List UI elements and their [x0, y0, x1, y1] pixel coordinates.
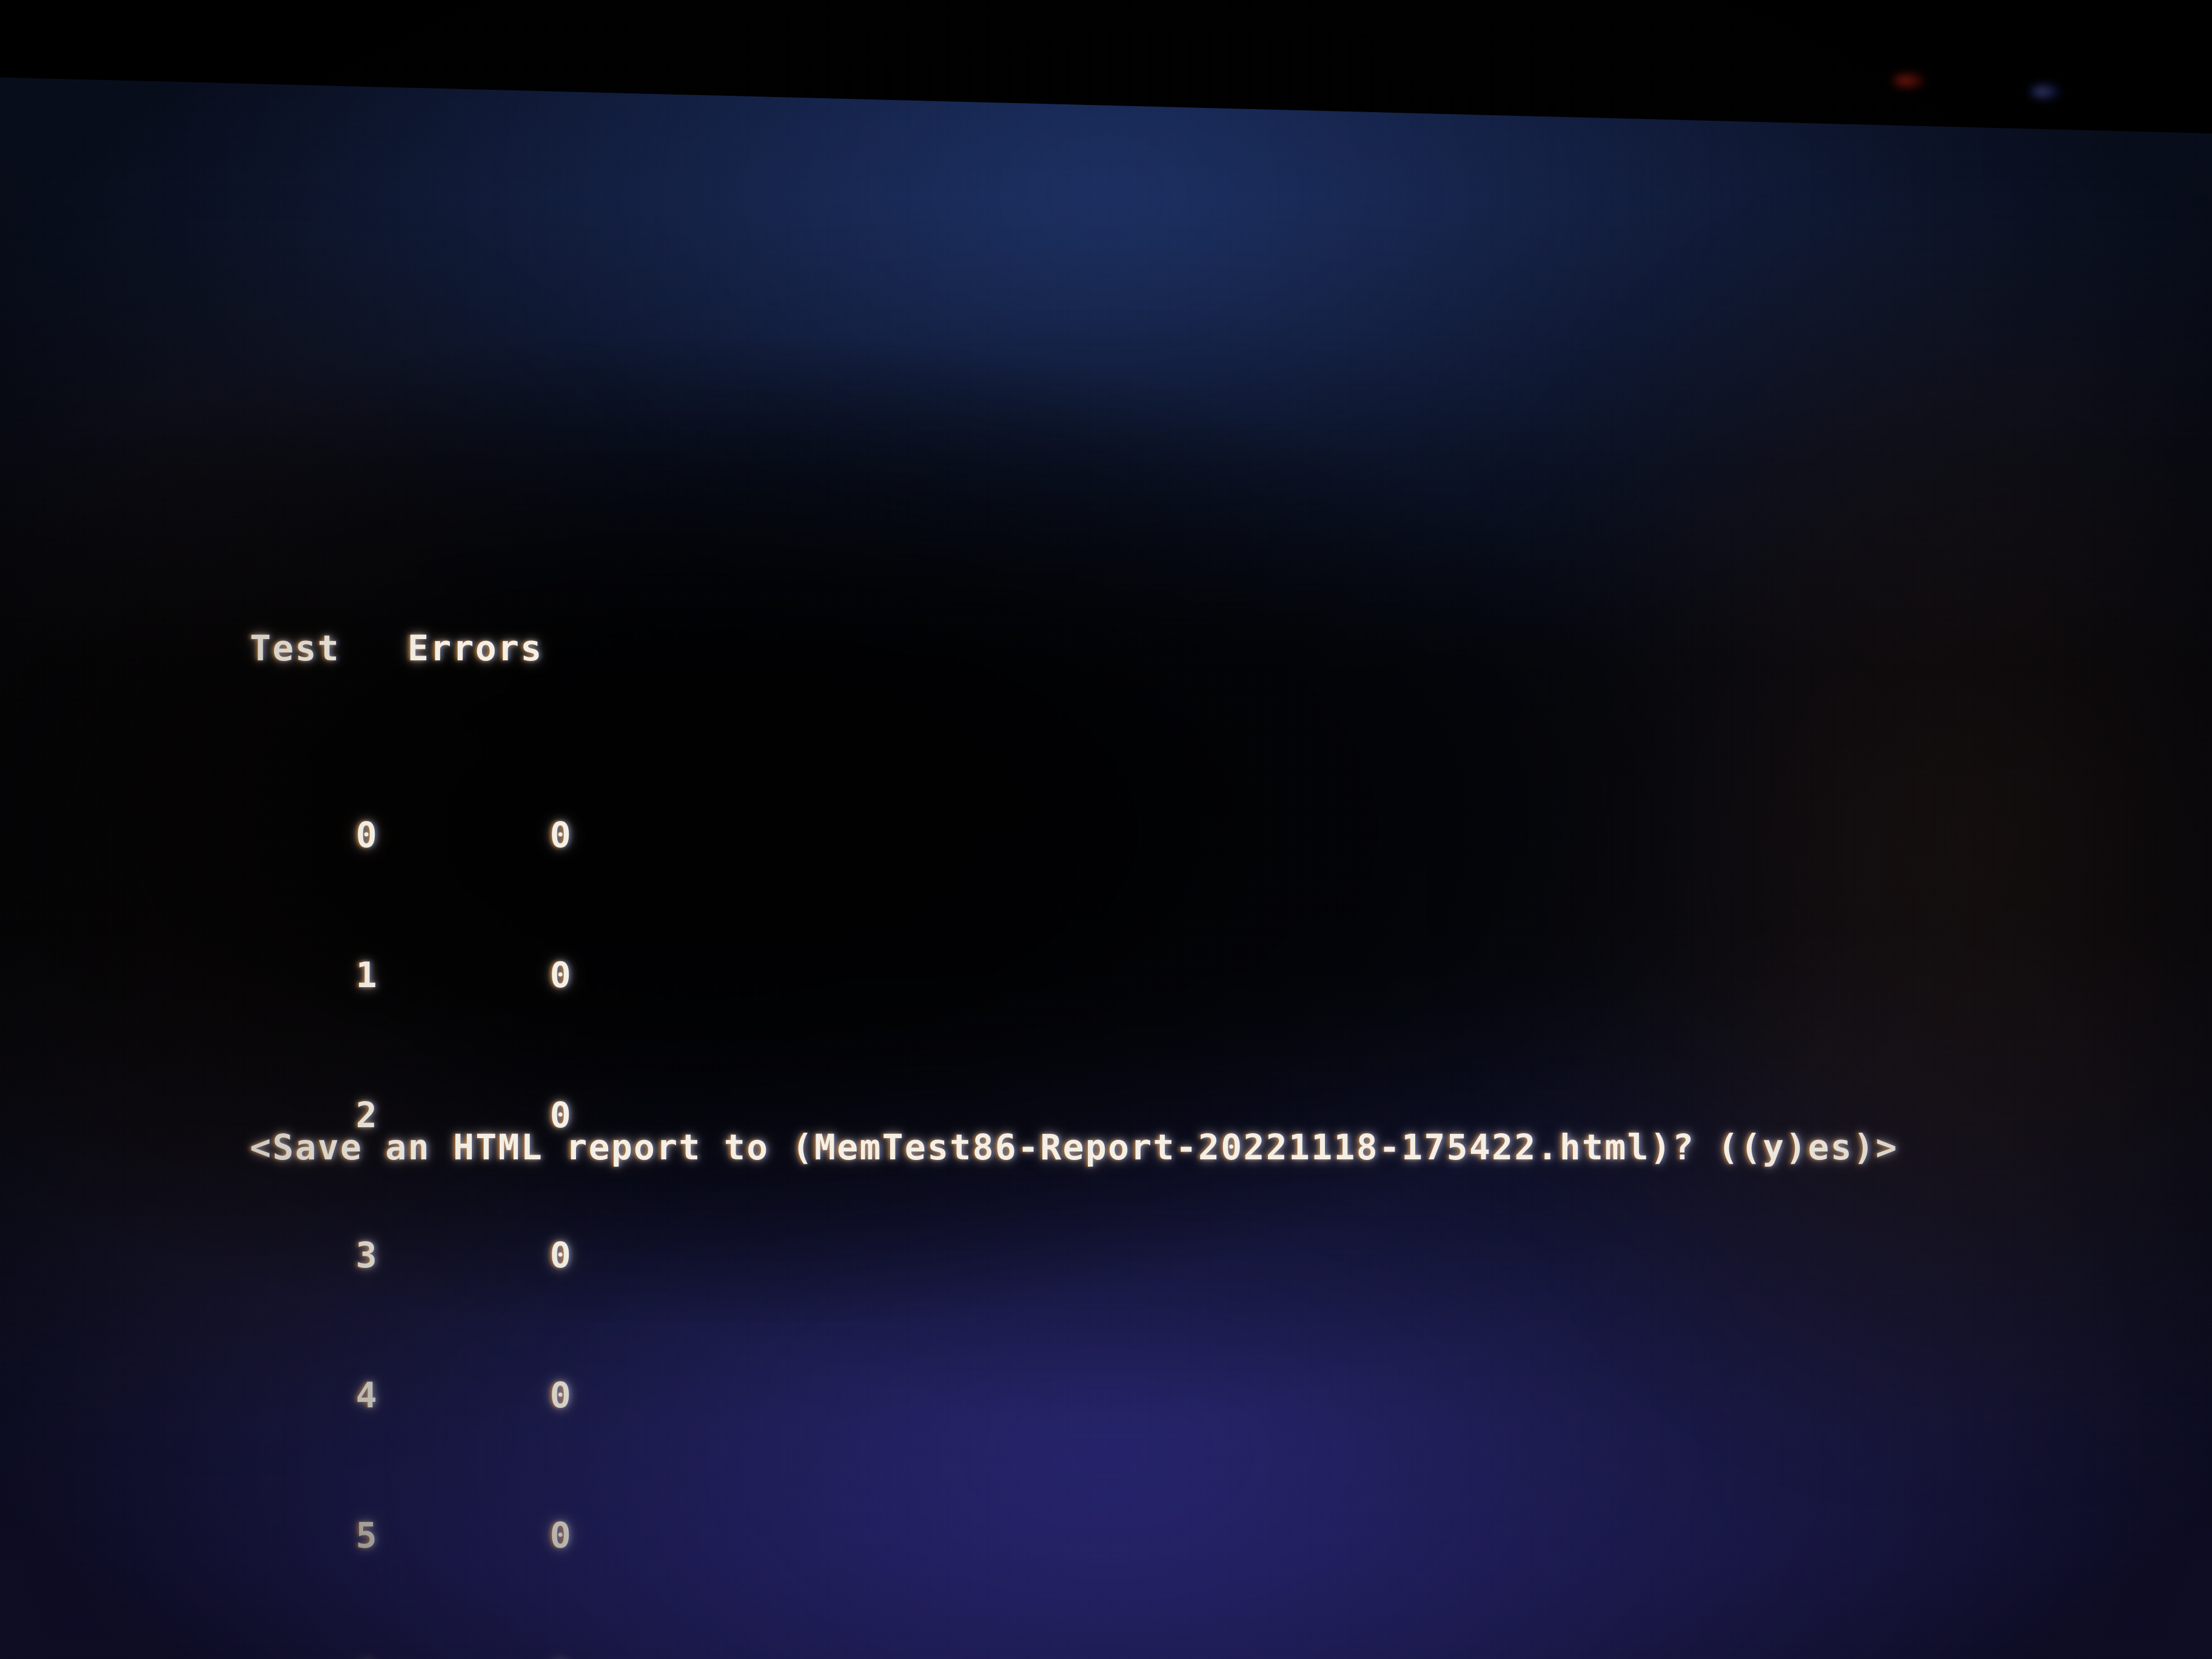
- column-header-errors: Errors: [407, 628, 543, 669]
- cell-error-count: 0: [549, 814, 572, 856]
- cell-error-count: 0: [549, 1515, 572, 1556]
- column-header-test: Test: [250, 628, 340, 669]
- table-row: 6 0: [250, 1652, 602, 1659]
- memory-test-results-table: Test Errors 0 0 1 0 2 0 3 0 4 0 5 0: [250, 485, 602, 1659]
- cell-test-number: 1: [355, 954, 378, 996]
- table-row: 5 0: [250, 1512, 602, 1559]
- power-led-indicator: [1893, 73, 1925, 89]
- memtest86-console: Test Errors 0 0 1 0 2 0 3 0 4 0 5 0 <Sav…: [0, 0, 2212, 1659]
- save-html-report-prompt[interactable]: <Save an HTML report to (MemTest86-Repor…: [250, 1123, 1898, 1171]
- table-row: 1 0: [250, 952, 602, 999]
- cell-test-number: 5: [355, 1515, 378, 1556]
- cell-test-number: 0: [355, 814, 378, 856]
- table-row: 4 0: [250, 1372, 602, 1419]
- cell-error-count: 0: [549, 1375, 572, 1416]
- cell-test-number: 4: [355, 1375, 378, 1416]
- table-header-row: Test Errors: [250, 625, 602, 672]
- table-row: 3 0: [250, 1232, 602, 1279]
- cell-test-number: 6: [250, 1652, 378, 1659]
- cell-error-count: 0: [549, 1235, 572, 1276]
- cell-error-count: 0: [549, 954, 572, 996]
- table-row: 0 0: [250, 812, 602, 859]
- cell-test-number: 3: [355, 1235, 378, 1276]
- memtest86-screen-photo: Test Errors 0 0 1 0 2 0 3 0 4 0 5 0 <Sav…: [0, 0, 2212, 1659]
- activity-led-indicator: [2030, 84, 2060, 99]
- cell-error-count: 0: [378, 1652, 572, 1659]
